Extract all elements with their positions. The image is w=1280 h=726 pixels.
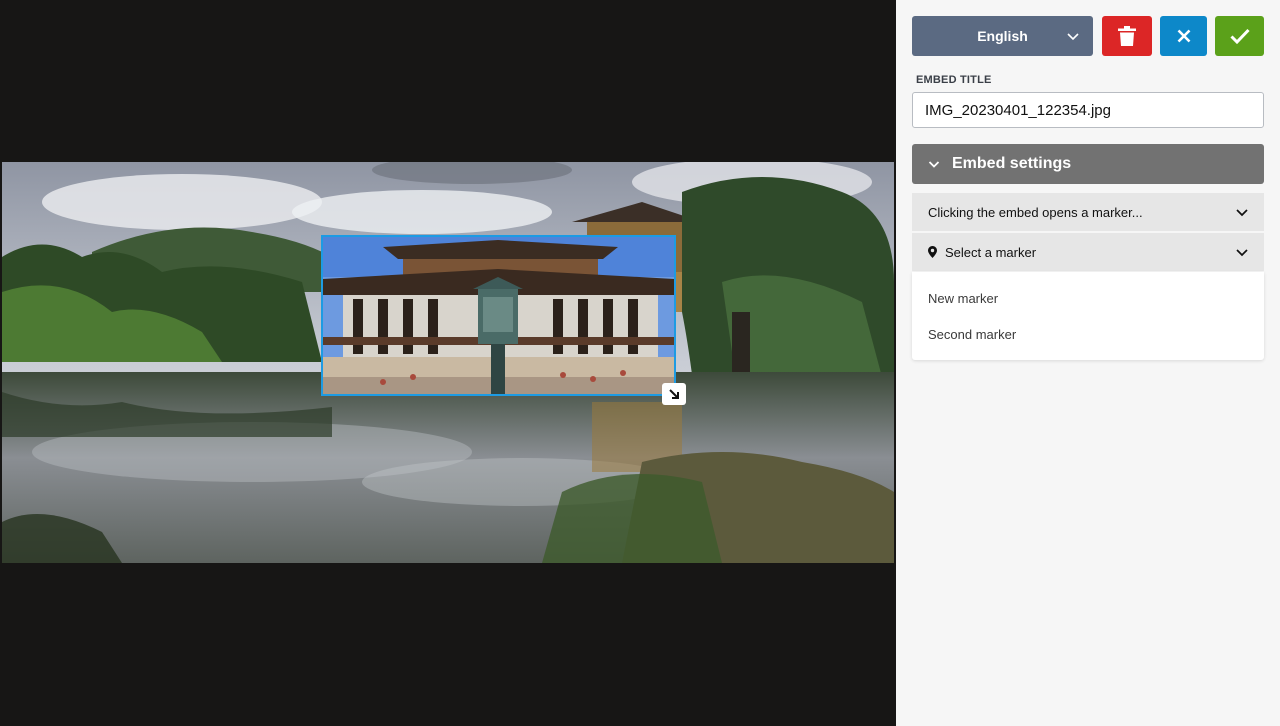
marker-select-value: Select a marker — [945, 244, 1037, 260]
marker-options-list: New marker Second marker — [912, 272, 1264, 360]
cancel-button[interactable] — [1160, 16, 1207, 56]
panorama-viewer[interactable] — [0, 0, 896, 726]
delete-button[interactable] — [1102, 16, 1152, 56]
language-select-value: English — [977, 28, 1028, 44]
marker-select-dropdown[interactable]: Select a marker — [912, 233, 1264, 271]
embed-title-label: EMBED TITLE — [916, 74, 992, 86]
language-select[interactable]: English — [912, 16, 1093, 56]
map-pin-icon — [928, 246, 937, 258]
marker-option[interactable]: New marker — [928, 291, 998, 306]
close-icon — [1177, 29, 1190, 43]
embed-settings-label: Embed settings — [952, 155, 1072, 172]
embed-editor-panel: English EMBED TITLE IMG_20230401_122354.… — [896, 0, 1280, 726]
resize-arrow-icon — [669, 389, 679, 399]
chevron-down-icon — [1236, 249, 1248, 257]
chevron-down-icon — [928, 161, 940, 168]
embedded-image[interactable] — [321, 235, 676, 396]
embed-title-input[interactable] — [912, 92, 1264, 128]
embedded-image-graphic — [323, 237, 674, 394]
click-action-dropdown[interactable]: Clicking the embed opens a marker... — [912, 193, 1264, 231]
trash-icon — [1118, 26, 1136, 46]
editor-toolbar: English — [912, 16, 1264, 56]
click-action-value: Clicking the embed opens a marker... — [928, 204, 1143, 220]
resize-handle[interactable] — [662, 383, 686, 405]
confirm-button[interactable] — [1215, 16, 1264, 56]
check-icon — [1229, 28, 1250, 44]
chevron-down-icon — [1236, 209, 1248, 217]
marker-option[interactable]: Second marker — [928, 327, 1016, 342]
chevron-down-icon — [1067, 33, 1079, 41]
embed-settings-toggle[interactable]: Embed settings — [912, 144, 1264, 184]
